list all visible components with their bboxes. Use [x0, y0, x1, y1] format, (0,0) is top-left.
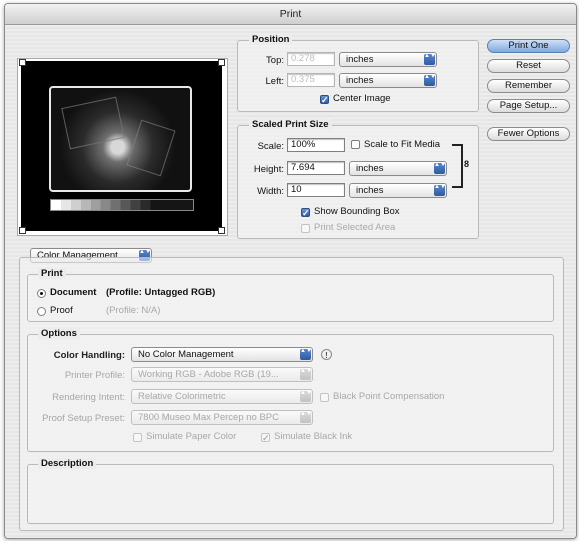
document-label: Document — [50, 287, 97, 298]
print-preview[interactable] — [17, 58, 228, 236]
page-setup-button[interactable]: Page Setup... — [487, 99, 570, 113]
left-label: Left: — [265, 76, 285, 87]
proof-setup-value: 7800 Museo Max Percep no BPC — [138, 412, 279, 423]
top-unit-value: inches — [346, 54, 374, 65]
popup-arrows-icon: ▲▼ — [434, 162, 446, 174]
scale-label: Scale: — [257, 141, 284, 152]
grayscale-step-wedge — [50, 199, 194, 211]
remember-button[interactable]: Remember — [487, 79, 570, 93]
scale-field[interactable]: 100% — [287, 138, 345, 152]
options-group-label: Options — [38, 328, 80, 339]
left-unit-popup[interactable]: inches ▲▼ — [339, 73, 437, 88]
print-group-label: Print — [38, 268, 66, 279]
preview-page — [19, 59, 225, 234]
color-handling-popup[interactable]: No Color Management ▲▼ — [131, 347, 313, 362]
width-unit-popup[interactable]: inches ▲▼ — [349, 183, 447, 198]
simulate-paper-checkbox — [133, 433, 142, 442]
print-selected-area-checkbox — [301, 224, 310, 233]
proof-radio[interactable] — [37, 307, 46, 316]
description-group — [27, 464, 554, 524]
black-point-label: Black Point Compensation — [333, 391, 445, 402]
color-handling-label: Color Handling: — [53, 350, 125, 361]
top-label: Top: — [266, 55, 284, 66]
height-unit-value: inches — [356, 163, 384, 174]
width-label: Width: — [257, 186, 284, 197]
preview-image-detail — [61, 96, 125, 150]
left-unit-value: inches — [346, 75, 374, 86]
print-one-button[interactable]: Print One — [487, 39, 570, 53]
proof-label: Proof — [50, 305, 73, 316]
rendering-intent-label: Rendering Intent: — [52, 392, 125, 403]
window-title: Print — [5, 4, 576, 25]
link-icon[interactable]: 8 — [464, 159, 469, 169]
center-image-label: Center Image — [333, 93, 391, 104]
popup-arrows-icon: ▲▼ — [424, 53, 436, 65]
fewer-options-button[interactable]: Fewer Options — [487, 127, 570, 141]
document-radio[interactable] — [37, 289, 46, 298]
printer-profile-popup: Working RGB - Adobe RGB (19... ▲▼ — [131, 367, 313, 382]
scale-to-fit-label: Scale to Fit Media — [364, 139, 441, 150]
printer-profile-label: Printer Profile: — [64, 370, 125, 381]
scaled-print-size-label: Scaled Print Size — [249, 119, 332, 130]
position-group-label: Position — [249, 34, 293, 45]
proof-setup-popup: 7800 Museo Max Percep no BPC ▲▼ — [131, 410, 313, 425]
height-label: Height: — [253, 164, 284, 175]
description-group-label: Description — [38, 458, 97, 469]
rendering-intent-popup: Relative Colorimetric ▲▼ — [131, 389, 313, 404]
constrain-proportions-bracket — [452, 144, 463, 188]
popup-arrows-icon: ▲▼ — [300, 348, 312, 360]
simulate-black-label: Simulate Black Ink — [274, 431, 353, 442]
popup-arrows-icon: ▲▼ — [300, 411, 312, 423]
center-image-checkbox[interactable]: ✓ — [320, 95, 329, 105]
top-unit-popup[interactable]: inches ▲▼ — [339, 52, 437, 67]
preview-image-detail — [126, 119, 176, 177]
top-field[interactable]: 0.278 — [287, 52, 335, 66]
bounding-box-handle[interactable] — [19, 59, 26, 66]
bounding-box-handle[interactable] — [218, 59, 225, 66]
simulate-black-checkbox: ✓ — [261, 433, 270, 443]
scale-to-fit-checkbox[interactable] — [351, 140, 360, 149]
black-point-checkbox — [320, 393, 329, 402]
print-dialog: Print Position Top: 0.278 inches ▲▼ Left… — [4, 3, 577, 539]
height-unit-popup[interactable]: inches ▲▼ — [349, 161, 447, 176]
width-unit-value: inches — [356, 185, 384, 196]
document-profile: (Profile: Untagged RGB) — [106, 287, 216, 298]
height-field[interactable]: 7.694 — [287, 161, 345, 175]
width-field[interactable]: 10 — [287, 183, 345, 197]
print-selected-area-label: Print Selected Area — [314, 222, 396, 233]
dialog-content: Position Top: 0.278 inches ▲▼ Left: 0.37… — [5, 25, 576, 538]
preview-image — [49, 86, 192, 192]
color-handling-value: No Color Management — [138, 349, 234, 360]
rendering-intent-value: Relative Colorimetric — [138, 391, 226, 402]
proof-profile: (Profile: N/A) — [106, 305, 161, 316]
popup-arrows-icon: ▲▼ — [300, 368, 312, 380]
bounding-box-handle[interactable] — [19, 227, 26, 234]
show-bounding-box-label: Show Bounding Box — [314, 206, 400, 217]
show-bounding-box-checkbox[interactable]: ✓ — [301, 208, 310, 218]
simulate-paper-label: Simulate Paper Color — [146, 431, 237, 442]
popup-arrows-icon: ▲▼ — [424, 74, 436, 86]
left-field[interactable]: 0.375 — [287, 73, 335, 87]
proof-setup-label: Proof Setup Preset: — [42, 413, 125, 424]
printer-profile-value: Working RGB - Adobe RGB (19... — [138, 369, 279, 380]
popup-arrows-icon: ▲▼ — [300, 390, 312, 402]
popup-arrows-icon: ▲▼ — [434, 184, 446, 196]
warning-info-icon[interactable]: ! — [321, 349, 332, 360]
bounding-box-handle[interactable] — [218, 227, 225, 234]
reset-button[interactable]: Reset — [487, 59, 570, 73]
